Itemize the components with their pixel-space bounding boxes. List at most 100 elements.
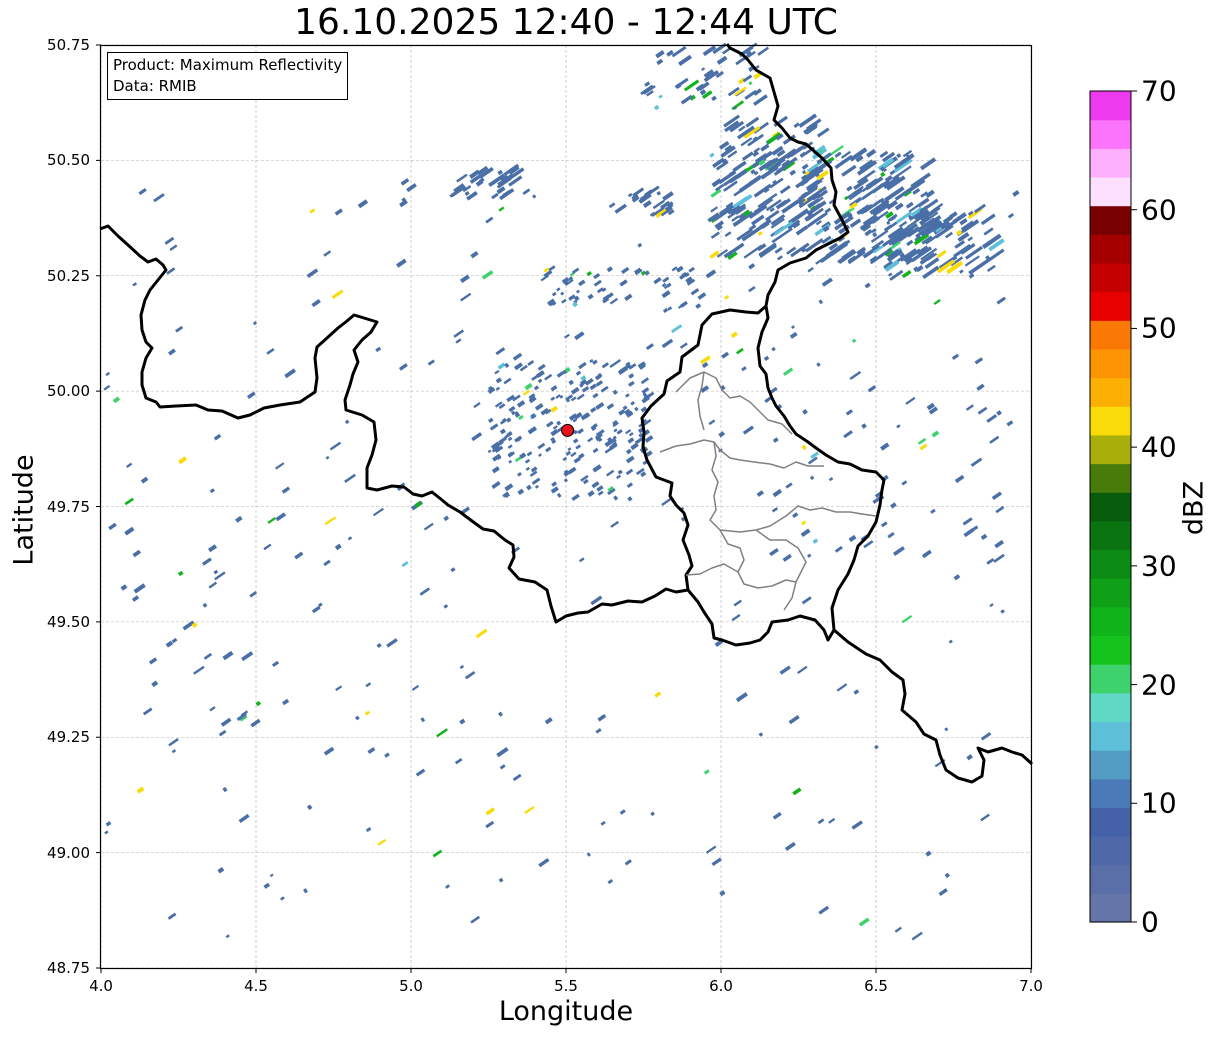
echo [606, 403, 615, 410]
echo [168, 348, 176, 356]
echo [517, 488, 525, 496]
echo [676, 265, 684, 273]
echo [632, 187, 645, 197]
echo [886, 220, 891, 225]
echo [488, 417, 494, 424]
echo [556, 287, 561, 292]
echo [800, 520, 807, 526]
echo [551, 439, 557, 444]
echo [719, 890, 726, 897]
echo [518, 414, 524, 421]
echo [132, 549, 142, 558]
echo [252, 321, 258, 326]
echo [459, 274, 470, 284]
echo [655, 50, 665, 59]
echo [497, 362, 506, 370]
echo [983, 227, 994, 236]
echo [908, 214, 913, 219]
echo [858, 917, 870, 927]
echo [625, 448, 632, 455]
echo [275, 512, 287, 522]
echo [577, 428, 584, 435]
echo [578, 452, 585, 459]
echo [514, 362, 523, 371]
echo [367, 747, 376, 755]
echo [948, 639, 953, 644]
echo [592, 359, 598, 365]
echo [976, 383, 985, 391]
echo [874, 744, 879, 750]
echo [700, 355, 711, 365]
echo [294, 551, 304, 560]
echo [959, 269, 964, 274]
echo [801, 163, 809, 170]
echo [335, 685, 343, 692]
echo [475, 628, 488, 639]
echo [323, 250, 332, 257]
echo [590, 406, 597, 413]
district-line [755, 529, 807, 611]
echo [464, 671, 476, 680]
echo [496, 186, 506, 195]
echo [769, 207, 775, 213]
echo [213, 433, 222, 441]
colorbar-segment [1090, 119, 1131, 149]
echo [925, 850, 932, 857]
echo [531, 477, 541, 485]
echo [742, 425, 755, 435]
echo [579, 383, 584, 388]
echo [573, 295, 580, 302]
echo [556, 420, 562, 426]
echo [225, 934, 230, 939]
echo [733, 181, 754, 197]
echo [619, 809, 626, 815]
echo [710, 206, 719, 213]
echo [782, 367, 794, 376]
echo [209, 706, 216, 712]
echo [901, 614, 913, 624]
echo [644, 270, 650, 276]
echo [710, 188, 722, 198]
echo [757, 46, 770, 56]
echo [222, 786, 228, 793]
echo [968, 273, 975, 279]
echo [915, 265, 924, 273]
echo [772, 437, 779, 443]
echo [548, 265, 556, 272]
echo [473, 402, 481, 409]
echo [556, 492, 562, 498]
echo [656, 190, 662, 196]
echo [896, 424, 901, 429]
echo [182, 620, 195, 631]
echo [498, 436, 507, 444]
echo [551, 481, 558, 487]
echo [782, 553, 792, 562]
echo [164, 236, 175, 245]
echo [325, 455, 330, 460]
colorbar-segment [1090, 148, 1131, 178]
x-tick-label: 5.0 [399, 977, 423, 995]
echo [331, 289, 344, 300]
echo [974, 357, 984, 365]
echo [201, 557, 212, 566]
echo [772, 488, 783, 498]
x-tick-label: 6.0 [709, 977, 733, 995]
echo [124, 497, 134, 506]
echo [375, 346, 382, 353]
echo [459, 718, 466, 725]
echo [995, 505, 1005, 514]
echo [807, 266, 814, 273]
echo [711, 95, 717, 102]
echo [977, 406, 988, 415]
echo [986, 558, 995, 565]
echo [628, 432, 634, 437]
echo [980, 732, 992, 741]
echo [524, 458, 531, 464]
echo [175, 325, 184, 333]
echo [148, 657, 158, 665]
echo [658, 94, 663, 99]
echo [591, 481, 600, 489]
colorbar-segment [1090, 291, 1131, 321]
echo [171, 637, 178, 644]
echo [544, 373, 553, 381]
